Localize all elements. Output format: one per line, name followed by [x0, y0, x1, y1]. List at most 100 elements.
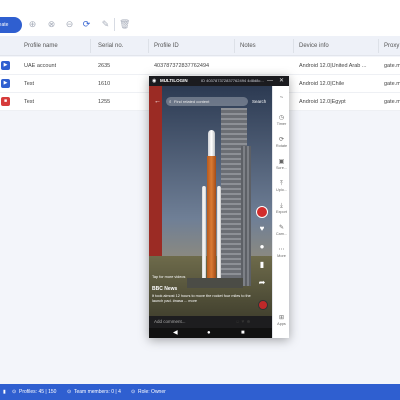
rocket-booster-left [202, 186, 206, 282]
minimize-button[interactable]: — [267, 76, 273, 86]
upload-label: Uplo... [276, 188, 287, 192]
cell-profile-name: UAE account [24, 63, 57, 69]
export-label: Export [276, 210, 287, 214]
bookmark-icon: ▮ [259, 260, 265, 269]
like-button[interactable]: ♥ [255, 224, 269, 233]
remove-circle-icon[interactable]: ⊗ [46, 19, 57, 30]
signal-tool[interactable]: ~ [273, 94, 290, 102]
status-bar-icon: ▮ [3, 389, 6, 395]
video-caption[interactable]: It took almost 12 hours to move the rock… [152, 294, 252, 304]
cell-profile-name: Test [24, 81, 35, 87]
header-proxy[interactable]: Proxy [384, 36, 399, 56]
bookmark-button[interactable]: ▮ [255, 260, 269, 269]
rotate-label: Rotate [275, 144, 288, 148]
more-icon: ⋯ [278, 247, 285, 253]
heart-icon: ♥ [259, 224, 265, 233]
nav-home-icon[interactable]: ● [207, 328, 211, 338]
search-link[interactable]: Search [252, 97, 266, 106]
role-label: Role: Owner [138, 389, 166, 395]
play-icon[interactable]: ▶ [1, 79, 10, 88]
upload-tool[interactable]: ⤒ Uplo... [273, 180, 290, 193]
profiles-count: Profiles: 45 | 150 [19, 389, 57, 395]
phone-tools-sidebar: ~ ◷ Timer ⟳ Rotate ▣ Scre... ⤒ Uplo... ⤓… [272, 86, 289, 338]
play-icon[interactable]: ▶ [1, 61, 10, 70]
header-notes[interactable]: Notes [240, 36, 256, 56]
cell-profile-id: 403787372837762494 [154, 63, 210, 69]
edit-icon[interactable]: ✎ [100, 19, 111, 30]
trash-icon[interactable]: 🗑 [119, 19, 130, 30]
tap-hint[interactable]: Tap for more videos [152, 275, 185, 279]
rocket-nose [208, 130, 215, 158]
cell-device-info: Android 12.0|United Arab ... [299, 63, 367, 69]
team-members-count: Team members: 0 | 4 [74, 389, 121, 395]
brand-label: MULTILOGIN [160, 78, 188, 83]
screenshot-tool[interactable]: ▣ Scre... [273, 158, 290, 171]
rotate-icon: ⟳ [278, 137, 285, 143]
status-footer: ▮ ⊙ Profiles: 45 | 150 ⊙ Team members: 0… [0, 384, 400, 400]
header-profile-name[interactable]: Profile name [24, 36, 58, 56]
rotate-tool[interactable]: ⟳ Rotate [273, 136, 290, 149]
close-button[interactable]: ✕ [279, 76, 284, 86]
comment-bar: Add comment... ☺ ♥ ☻ [149, 316, 272, 328]
rocket-core-stage [207, 156, 216, 282]
column-separator [293, 39, 294, 53]
header-device-info[interactable]: Device info [299, 36, 329, 56]
cell-device-info: Android 12.0|Egypt [299, 99, 346, 105]
share-button[interactable]: ➦ [255, 278, 269, 287]
emoji-icon[interactable]: ☺ ♥ ☻ [235, 316, 251, 328]
zoom-out-icon[interactable]: ⊖ [64, 19, 75, 30]
stop-icon[interactable]: ■ [1, 97, 10, 106]
author-avatar[interactable] [256, 206, 268, 218]
table-row[interactable]: ▶ UAE account 2635 403787372837762494 An… [0, 57, 400, 75]
camera-tool[interactable]: ✎ Cam... [273, 224, 290, 237]
refresh-icon[interactable]: ⟳ [81, 19, 92, 30]
cell-proxy: gate.m [384, 99, 400, 105]
nav-recents-icon[interactable]: ■ [241, 328, 245, 338]
crawler-transporter [187, 278, 243, 288]
comment-button[interactable]: ● [255, 242, 269, 251]
comment-input[interactable]: Add comment... [154, 316, 186, 328]
phone-window: ◉ MULTILOGIN ID 403787372837762494 4d8d8… [149, 76, 289, 338]
role-icon: ⊙ [131, 389, 136, 395]
cell-proxy: gate.m [384, 63, 400, 69]
add-circle-icon[interactable]: ⊕ [27, 19, 38, 30]
header-profile-id[interactable]: Profile ID [154, 36, 179, 56]
android-navbar: ◀ ● ■ [149, 328, 272, 338]
more-label: More [277, 254, 286, 258]
export-tool[interactable]: ⤓ Export [273, 202, 290, 215]
profiles-icon: ⊙ [12, 389, 17, 395]
toolbar-divider [114, 18, 115, 31]
column-separator [90, 39, 91, 53]
multilogin-logo-icon: ◉ [152, 78, 157, 84]
cell-serial: 1610 [98, 81, 111, 87]
upload-icon: ⤒ [280, 181, 283, 187]
cell-proxy: gate.m [384, 81, 400, 87]
timer-tool[interactable]: ◷ Timer [273, 114, 290, 127]
phone-titlebar: ◉ MULTILOGIN ID 403787372837762494 4d8d8… [149, 76, 289, 86]
search-input[interactable]: ⌕ Find related content [166, 97, 248, 106]
comment-icon: ● [259, 242, 265, 251]
author-name[interactable]: BBC News [152, 286, 177, 292]
column-separator [378, 39, 379, 53]
apps-icon: ⊞ [278, 315, 285, 321]
timer-icon: ◷ [278, 115, 285, 121]
timer-label: Timer [276, 122, 287, 126]
camera-icon: ✎ [278, 225, 285, 231]
screenshot-icon: ▣ [278, 159, 285, 165]
back-arrow-icon[interactable]: ← [154, 98, 161, 105]
camera-label: Cam... [275, 232, 288, 236]
phone-screen[interactable]: ← ⌕ Find related content Search ♥ ● ▮ ➦ … [149, 86, 272, 328]
header-serial[interactable]: Serial no. [98, 36, 123, 56]
more-tool[interactable]: ⋯ More [273, 246, 290, 259]
launch-tower-arm [241, 146, 251, 286]
search-placeholder: Find related content [174, 99, 210, 104]
apps-tool[interactable]: ⊞ Apps [273, 314, 290, 327]
device-id-label: ID 403787372837762494 4d8d8c... [201, 78, 264, 83]
share-icon: ➦ [258, 278, 266, 287]
cell-serial: 2635 [98, 63, 111, 69]
music-disc-icon[interactable] [258, 300, 268, 310]
create-profile-button[interactable]: reate [0, 17, 22, 33]
search-icon: ⌕ [169, 99, 172, 104]
cell-device-info: Android 12.0|Chile [299, 81, 345, 87]
nav-back-icon[interactable]: ◀ [173, 328, 178, 338]
